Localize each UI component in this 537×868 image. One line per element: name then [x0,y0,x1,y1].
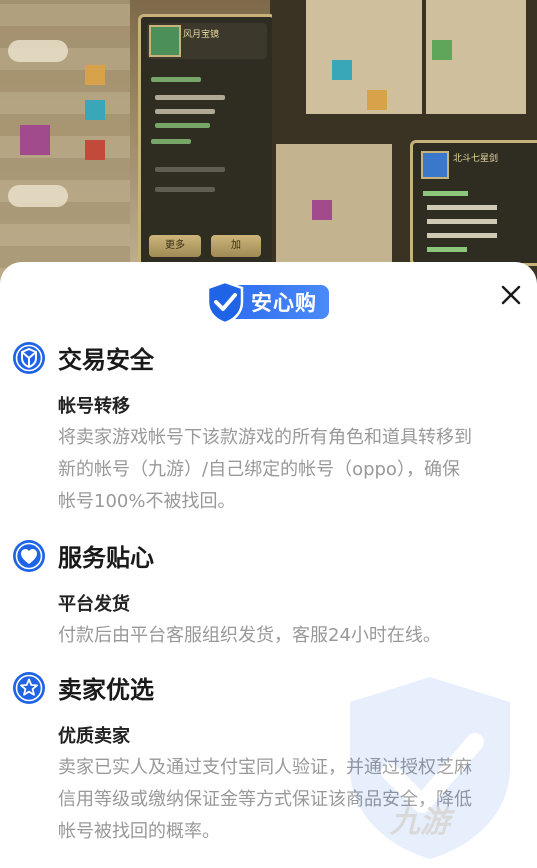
section-title: 交易安全 [58,346,154,374]
item-icon [149,25,181,57]
item-title: 风月宝镜 [183,30,220,40]
game-screenshot-background: 风月宝镜 更多 加 北斗七星剑 [0,0,537,290]
section-subtitle: 优质卖家 [58,726,130,747]
section-description: 付款后由平台客服组织发货，客服24小时在线。 [58,620,530,652]
item-detail-panel-right: 北斗七星剑 [410,140,537,266]
close-icon[interactable] [498,282,524,308]
action-button: 加 [211,235,261,257]
desc-line: 将卖家游戏帐号下该款游戏的所有角色和道具转移到 [58,427,472,448]
section-header: 卖家优选 [12,670,154,705]
section-subtitle: 平台发货 [58,594,130,615]
item-title: 北斗七星剑 [453,154,499,164]
desc-line: 付款后由平台客服组织发货，客服24小时在线。 [58,625,441,646]
game-scene-left: 风月宝镜 更多 加 [0,0,276,290]
section-header: 交易安全 [12,340,154,375]
star-icon [13,671,45,704]
desc-line: 帐号100%不被找回。 [58,491,236,512]
desc-line: 新的帐号（九游）/自己绑定的帐号（oppo），确保 [58,459,460,480]
section-description: 将卖家游戏帐号下该款游戏的所有角色和道具转移到 新的帐号（九游）/自己绑定的帐号… [58,422,530,518]
badge-label: 安心购 [231,285,329,319]
assurance-sheet: 安心购 交易安全 帐号转移 将卖家游戏帐号下该款游戏的所有角色和道具转移到 新的… [0,262,537,868]
more-button: 更多 [149,235,201,257]
section-title: 服务贴心 [58,544,154,572]
heart-icon [13,539,45,572]
shield-check-icon [13,341,45,374]
section-title: 卖家优选 [58,676,154,704]
anxin-badge: 安心购 [205,280,329,324]
section-header: 服务贴心 [12,538,154,573]
shield-check-badge-icon [206,280,244,324]
watermark-logo: 九游 [390,805,450,840]
section-subtitle: 帐号转移 [58,396,130,417]
item-detail-panel-left: 风月宝镜 更多 加 [138,14,276,270]
